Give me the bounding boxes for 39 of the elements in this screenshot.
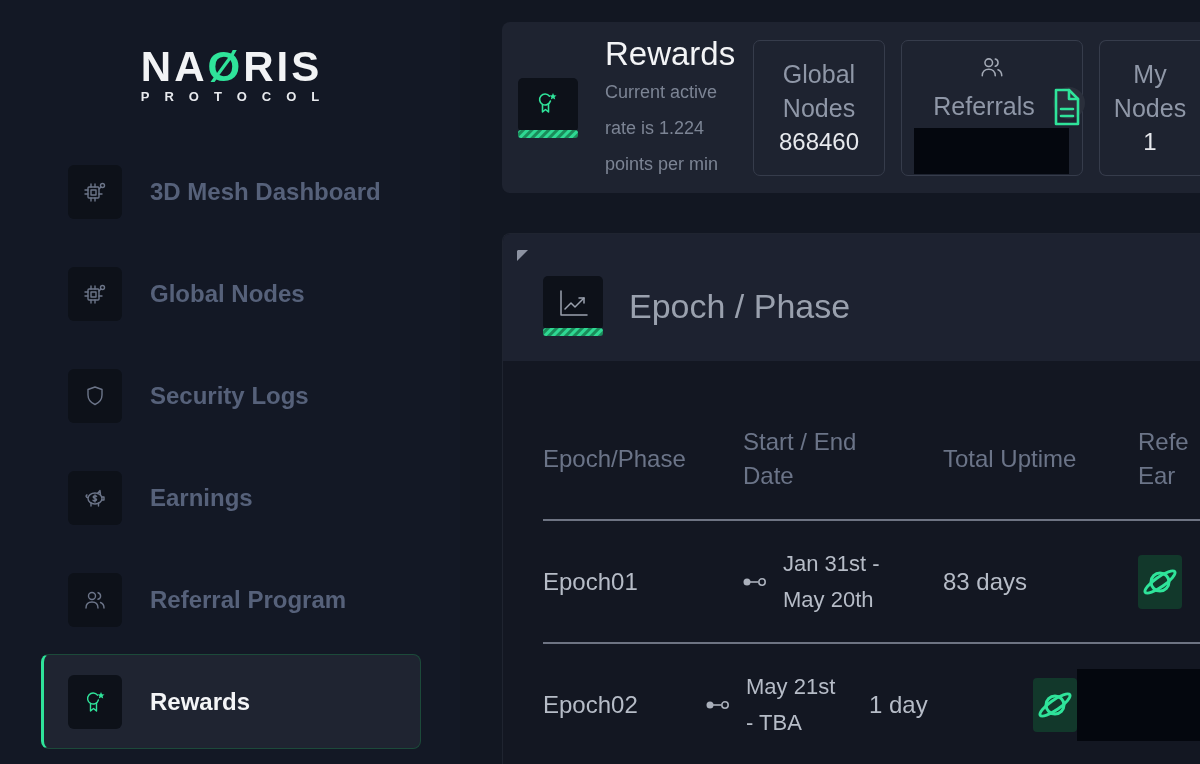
nav-item[interactable]: Earnings	[41, 450, 421, 545]
stat-value: 1	[1143, 126, 1157, 157]
chip-icon	[68, 266, 122, 321]
page-title: Rewards	[605, 33, 737, 74]
table-cell-text: Epoch02	[543, 689, 638, 720]
planet-icon	[1033, 677, 1077, 732]
column-header: Refe Ear	[1138, 427, 1189, 491]
planet-icon	[1138, 554, 1182, 609]
award-icon	[518, 77, 578, 138]
logo-tagline: PROTOCOL	[139, 90, 335, 103]
piggy-bank-icon	[68, 470, 122, 525]
nav-item[interactable]: 3D Mesh Dashboard	[41, 144, 421, 239]
users-icon	[68, 572, 122, 627]
column-header: Total Uptime	[943, 444, 1077, 474]
corner-marker-icon	[517, 250, 528, 261]
section-title: Epoch / Phase	[629, 285, 851, 326]
column-header: Epoch/Phase	[543, 444, 686, 474]
stat-value: 868460	[778, 126, 860, 157]
table-cell-text: Jan 31st - May 20th	[783, 549, 880, 614]
nav-item[interactable]: Rewards	[41, 654, 421, 749]
table-cell-text: 83 days	[943, 566, 1028, 597]
nav-item[interactable]: Security Logs	[41, 348, 421, 443]
stat-label: Referrals	[933, 90, 1035, 122]
chip-icon	[68, 164, 122, 219]
stat-label: My Nodes	[1113, 58, 1187, 124]
range-icon	[706, 699, 730, 710]
page-description: Current active rate is 1.224 points per min	[605, 80, 720, 176]
chart-icon	[543, 275, 603, 336]
nav-item[interactable]: Referral Program	[41, 552, 421, 647]
stat-label: Global Nodes	[782, 58, 856, 124]
table-cell-text: May 21st - TBA	[746, 672, 836, 737]
logo-wordmark: NAØRIS	[139, 46, 323, 88]
range-icon	[743, 576, 767, 587]
award-icon	[68, 674, 122, 729]
table-cell-text: Epoch01	[543, 566, 638, 597]
table-cell-text: 1 day	[869, 689, 928, 720]
nav-item[interactable]: Global Nodes	[41, 246, 421, 341]
shield-icon	[68, 368, 122, 423]
column-header: Start / End Date	[743, 427, 857, 491]
